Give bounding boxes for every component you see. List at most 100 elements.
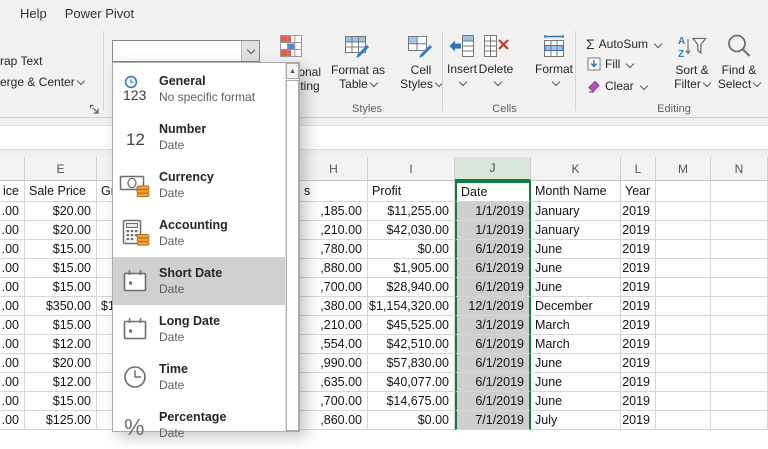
cell-h-3[interactable]: ,780.00 — [300, 240, 368, 259]
cell-k-4[interactable]: June — [531, 259, 621, 278]
cell-n-7[interactable] — [711, 316, 768, 335]
cell-i-6[interactable]: $1,154,320.00 — [368, 297, 455, 316]
cell-m-5[interactable] — [656, 278, 711, 297]
cell-j-5[interactable]: 6/1/2019 — [455, 278, 531, 297]
format-option-long-date[interactable]: Long Date Date — [113, 305, 285, 353]
format-option-percentage[interactable]: % Percentage Date — [113, 401, 285, 449]
cell-i-5[interactable]: $28,940.00 — [368, 278, 455, 297]
column-header-K[interactable]: K — [531, 157, 621, 181]
cell-k-2[interactable]: January — [531, 221, 621, 240]
cell-n-1[interactable] — [711, 202, 768, 221]
cell-l-9[interactable]: 2019 — [621, 354, 656, 373]
cell-k-12[interactable]: July — [531, 411, 621, 430]
cell-j-6[interactable]: 12/1/2019 — [455, 297, 531, 316]
column-header-J[interactable]: J — [455, 157, 531, 181]
cell-e-5[interactable]: $15.00 — [25, 278, 97, 297]
combobox-dropdown-button[interactable] — [241, 41, 259, 61]
format-option-accounting[interactable]: Accounting Date — [113, 209, 285, 257]
find-select-button[interactable]: Find & Select — [714, 33, 764, 91]
menu-tab-power-pivot[interactable]: Power Pivot — [65, 6, 134, 21]
cell-h-6[interactable]: ,380.00 — [300, 297, 368, 316]
cell-header-d[interactable]: ice — [0, 181, 25, 202]
cell-l-5[interactable]: 2019 — [621, 278, 656, 297]
cell-d-10[interactable]: .00 — [0, 373, 25, 392]
cell-j-2[interactable]: 1/1/2019 — [455, 221, 531, 240]
dropdown-scrollbar[interactable] — [285, 63, 299, 431]
cell-k-1[interactable]: January — [531, 202, 621, 221]
cell-n-3[interactable] — [711, 240, 768, 259]
cell-l-7[interactable]: 2019 — [621, 316, 656, 335]
cell-d-6[interactable]: .00 — [0, 297, 25, 316]
column-header-I[interactable]: I — [368, 157, 455, 181]
column-header-N[interactable]: N — [711, 157, 768, 181]
cell-m-8[interactable] — [656, 335, 711, 354]
cell-n-9[interactable] — [711, 354, 768, 373]
cell-i-8[interactable]: $42,510.00 — [368, 335, 455, 354]
cell-d-7[interactable]: .00 — [0, 316, 25, 335]
cell-l-11[interactable]: 2019 — [621, 392, 656, 411]
cell-e-7[interactable]: $15.00 — [25, 316, 97, 335]
cell-e-9[interactable]: $20.00 — [25, 354, 97, 373]
column-header-E[interactable]: E — [25, 157, 97, 181]
cell-e-10[interactable]: $12.00 — [25, 373, 97, 392]
insert-button[interactable]: Insert — [444, 33, 480, 90]
cell-h-12[interactable]: ,860.00 — [300, 411, 368, 430]
cell-k-11[interactable]: June — [531, 392, 621, 411]
cell-m-7[interactable] — [656, 316, 711, 335]
cell-e-4[interactable]: $15.00 — [25, 259, 97, 278]
fill-button[interactable]: Fill — [587, 57, 635, 71]
cell-k-9[interactable]: June — [531, 354, 621, 373]
format-option-currency[interactable]: Currency Date — [113, 161, 285, 209]
cell-h-2[interactable]: ,210.00 — [300, 221, 368, 240]
cell-l-6[interactable]: 2019 — [621, 297, 656, 316]
cell-l-3[interactable]: 2019 — [621, 240, 656, 259]
delete-button[interactable]: Delete — [478, 33, 514, 90]
cell-n-10[interactable] — [711, 373, 768, 392]
cell-l-4[interactable]: 2019 — [621, 259, 656, 278]
cell-d-9[interactable]: .00 — [0, 354, 25, 373]
cell-n-5[interactable] — [711, 278, 768, 297]
cell-l-12[interactable]: 2019 — [621, 411, 656, 430]
column-header-L[interactable]: L — [621, 157, 656, 181]
autosum-button[interactable]: AutoSum — [586, 36, 663, 52]
cell-h-10[interactable]: ,635.00 — [300, 373, 368, 392]
cell-k-6[interactable]: December — [531, 297, 621, 316]
column-header-col0[interactable] — [0, 157, 25, 181]
cell-j-12[interactable]: 7/1/2019 — [455, 411, 531, 430]
cell-i-11[interactable]: $14,675.00 — [368, 392, 455, 411]
cell-i-9[interactable]: $57,830.00 — [368, 354, 455, 373]
cell-header-l[interactable]: Year — [621, 181, 656, 202]
cell-h-9[interactable]: ,990.00 — [300, 354, 368, 373]
cell-e-8[interactable]: $12.00 — [25, 335, 97, 354]
cell-i-10[interactable]: $40,077.00 — [368, 373, 455, 392]
cell-l-1[interactable]: 2019 — [621, 202, 656, 221]
cell-d-3[interactable]: .00 — [0, 240, 25, 259]
cell-header-m[interactable] — [656, 181, 711, 202]
cell-i-12[interactable]: $0.00 — [368, 411, 455, 430]
cell-m-2[interactable] — [656, 221, 711, 240]
cell-i-1[interactable]: $11,255.00 — [368, 202, 455, 221]
format-option-short-date[interactable]: Short Date Date — [113, 257, 285, 305]
cell-e-6[interactable]: $350.00 — [25, 297, 97, 316]
number-format-combobox[interactable] — [112, 40, 260, 62]
cell-j-10[interactable]: 6/1/2019 — [455, 373, 531, 392]
format-option-time[interactable]: Time Date — [113, 353, 285, 401]
cell-m-11[interactable] — [656, 392, 711, 411]
cell-e-3[interactable]: $15.00 — [25, 240, 97, 259]
cell-n-2[interactable] — [711, 221, 768, 240]
cell-d-12[interactable]: .00 — [0, 411, 25, 430]
cell-j-3[interactable]: 6/1/2019 — [455, 240, 531, 259]
cell-m-6[interactable] — [656, 297, 711, 316]
cell-n-6[interactable] — [711, 297, 768, 316]
cell-m-1[interactable] — [656, 202, 711, 221]
scrollbar-thumb[interactable] — [286, 80, 299, 431]
cell-i-4[interactable]: $1,905.00 — [368, 259, 455, 278]
cell-j-1[interactable]: 1/1/2019 — [455, 202, 531, 221]
cell-m-12[interactable] — [656, 411, 711, 430]
cell-m-10[interactable] — [656, 373, 711, 392]
format-as-table-button[interactable]: Format as Table — [322, 33, 394, 91]
cell-h-1[interactable]: ,185.00 — [300, 202, 368, 221]
cell-m-3[interactable] — [656, 240, 711, 259]
cell-k-3[interactable]: June — [531, 240, 621, 259]
alignment-dialog-launcher-icon[interactable] — [89, 104, 101, 116]
